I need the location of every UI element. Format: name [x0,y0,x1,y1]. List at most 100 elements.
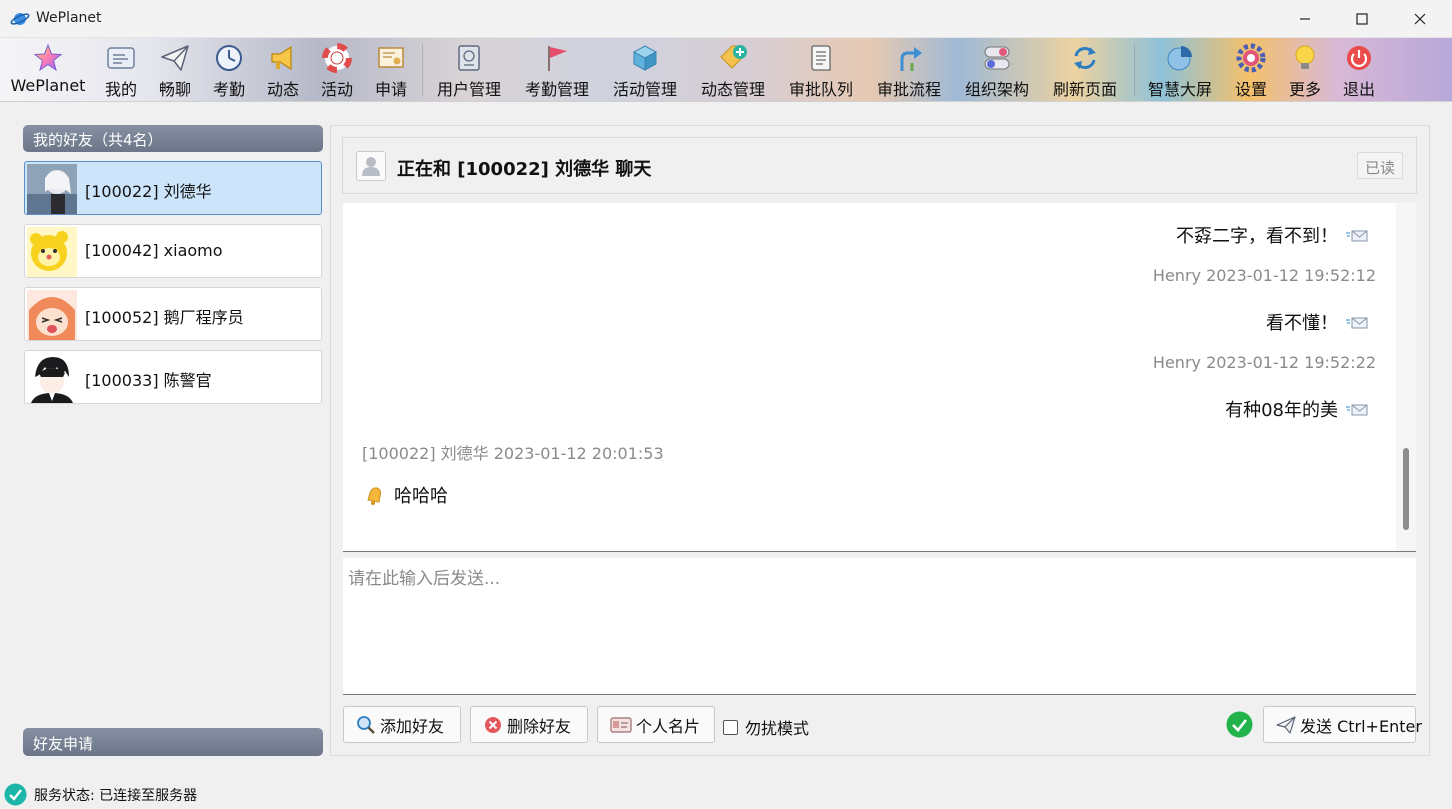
lightbulb-icon [1289,42,1321,74]
toolbar-label: 退出 [1342,80,1375,99]
toolbar-mine[interactable]: 我的 [99,38,143,102]
divider [343,551,1416,552]
toolbar-label: 组织架构 [964,80,1029,99]
gear-icon [1235,42,1267,74]
close-button[interactable] [1391,0,1449,38]
toolbar-attendance-management[interactable]: 考勤管理 [520,38,594,102]
scrollbar-thumb[interactable] [1403,448,1409,530]
toolbar-org-structure[interactable]: 组织架构 [960,38,1034,102]
button-label: 个人名片 [636,716,701,736]
message-text: 有种08年的美 [1225,400,1338,421]
search-icon [356,715,376,735]
checkbox-box[interactable] [723,719,738,735]
toolbar-label: 我的 [104,80,137,99]
send-button[interactable]: 发送 Ctrl+Enter [1263,706,1422,743]
document-list-icon [805,42,837,74]
mail-sent-icon [1346,404,1368,416]
delete-icon [483,715,503,735]
cube-icon [629,42,661,74]
toolbar-label: 审批流程 [876,80,941,99]
toolbar-attendance[interactable]: 考勤 [207,38,251,102]
dnd-mode-checkbox[interactable]: 勿扰模式 [723,715,809,739]
toolbar-label: 动态 [266,80,299,99]
friends-header: 我的好友（共4名） [23,125,323,152]
add-friend-button[interactable]: 添加好友 [343,706,461,743]
toolbar-dashboard[interactable]: 智慧大屏 [1143,38,1217,102]
friend-item[interactable]: [100033] 陈警官 [24,350,322,404]
friend-name: [100033] 陈警官 [85,371,212,390]
avatar [27,164,77,214]
refresh-icon [1069,42,1101,74]
toolbar-exit[interactable]: 退出 [1337,38,1381,102]
certificate-icon [375,42,407,74]
flag-icon [541,42,573,74]
close-icon [1414,13,1426,25]
user-icon [356,151,386,181]
friend-name: [100022] 刘德华 [85,182,212,201]
friend-name: [100042] xiaomo [85,241,223,260]
status-text: 服务状态: 已连接至服务器 [34,788,198,804]
message-bubble: 不孬二字，看不到！ [1176,222,1368,248]
message-bubble: 哈哈哈 [364,482,448,508]
toolbar-separator [1134,44,1135,96]
maximize-button[interactable] [1333,0,1391,38]
tag-add-icon [717,42,749,74]
button-label: 发送 Ctrl+Enter [1300,716,1422,736]
toolbar-approval-queue[interactable]: 审批队列 [784,38,858,102]
friend-item[interactable]: [100042] xiaomo [24,224,322,278]
message-list[interactable] [343,203,1416,551]
avatar [27,290,77,340]
toolbar-activity[interactable]: 活动 [315,38,359,102]
star-icon [32,42,64,74]
message-bubble: 有种08年的美 [1225,396,1368,422]
toolbar-settings[interactable]: 设置 [1229,38,1273,102]
message-text: 看不懂！ [1266,313,1338,334]
toolbar-more[interactable]: 更多 [1283,38,1327,102]
message-meta: Henry 2023-01-12 19:52:12 [1152,266,1376,285]
toolbar-label: 考勤 [212,80,245,99]
delete-friend-button[interactable]: 删除好友 [470,706,588,743]
passport-icon [453,42,485,74]
toolbar-approval-flow[interactable]: 审批流程 [872,38,946,102]
button-label: 删除好友 [507,716,572,736]
chat-header: 正在和 [100022] 刘德华 聊天 已读 [342,137,1417,194]
main-toolbar: WePlanet 我的 畅聊 考勤 动态 活动 申请 用户管理 考勤管理 活动管… [0,38,1452,102]
toolbar-label: 活动 [320,80,353,99]
friend-requests-header[interactable]: 好友申请 [23,728,323,756]
profile-card-button[interactable]: 个人名片 [597,706,715,743]
mail-sent-icon [1346,317,1368,329]
toolbar-moments-management[interactable]: 动态管理 [696,38,770,102]
toolbar-chat[interactable]: 畅聊 [153,38,197,102]
message-meta: Henry 2023-01-12 19:52:22 [1152,353,1376,372]
minimize-button[interactable] [1276,0,1334,38]
toolbar-refresh[interactable]: 刷新页面 [1048,38,1122,102]
toolbar-label: WePlanet [10,76,86,95]
clock-icon [213,42,245,74]
avatar [27,353,77,403]
message-input-area [343,558,1416,695]
status-bar: 服务状态: 已连接至服务器 [0,780,1452,809]
toolbar-activity-management[interactable]: 活动管理 [608,38,682,102]
friend-item[interactable]: [100052] 鹅厂程序员 [24,287,322,341]
message-text: 哈哈哈 [394,486,448,507]
message-input[interactable] [343,558,1416,694]
route-arrow-icon [893,42,925,74]
toolbar-moments[interactable]: 动态 [261,38,305,102]
toolbar-label: 用户管理 [436,80,501,99]
online-check-icon [1226,711,1253,738]
toolbar-weplanet[interactable]: WePlanet [8,38,88,102]
megaphone-icon [267,42,299,74]
chat-title: 正在和 [100022] 刘德华 聊天 [397,159,652,180]
message-meta: [100022] 刘德华 2023-01-12 20:01:53 [362,444,664,463]
power-icon [1343,42,1375,74]
friend-item[interactable]: [100022] 刘德华 [24,161,322,215]
toolbar-apply[interactable]: 申请 [369,38,413,102]
message-text: 不孬二字，看不到！ [1176,226,1338,247]
toolbar-label: 设置 [1234,80,1267,99]
toolbar-user-management[interactable]: 用户管理 [432,38,506,102]
planet-icon [10,13,30,25]
checkbox-label: 勿扰模式 [745,719,810,738]
button-label: 添加好友 [380,716,445,736]
window-title: WePlanet [36,10,102,26]
toolbar-label: 刷新页面 [1052,80,1117,99]
